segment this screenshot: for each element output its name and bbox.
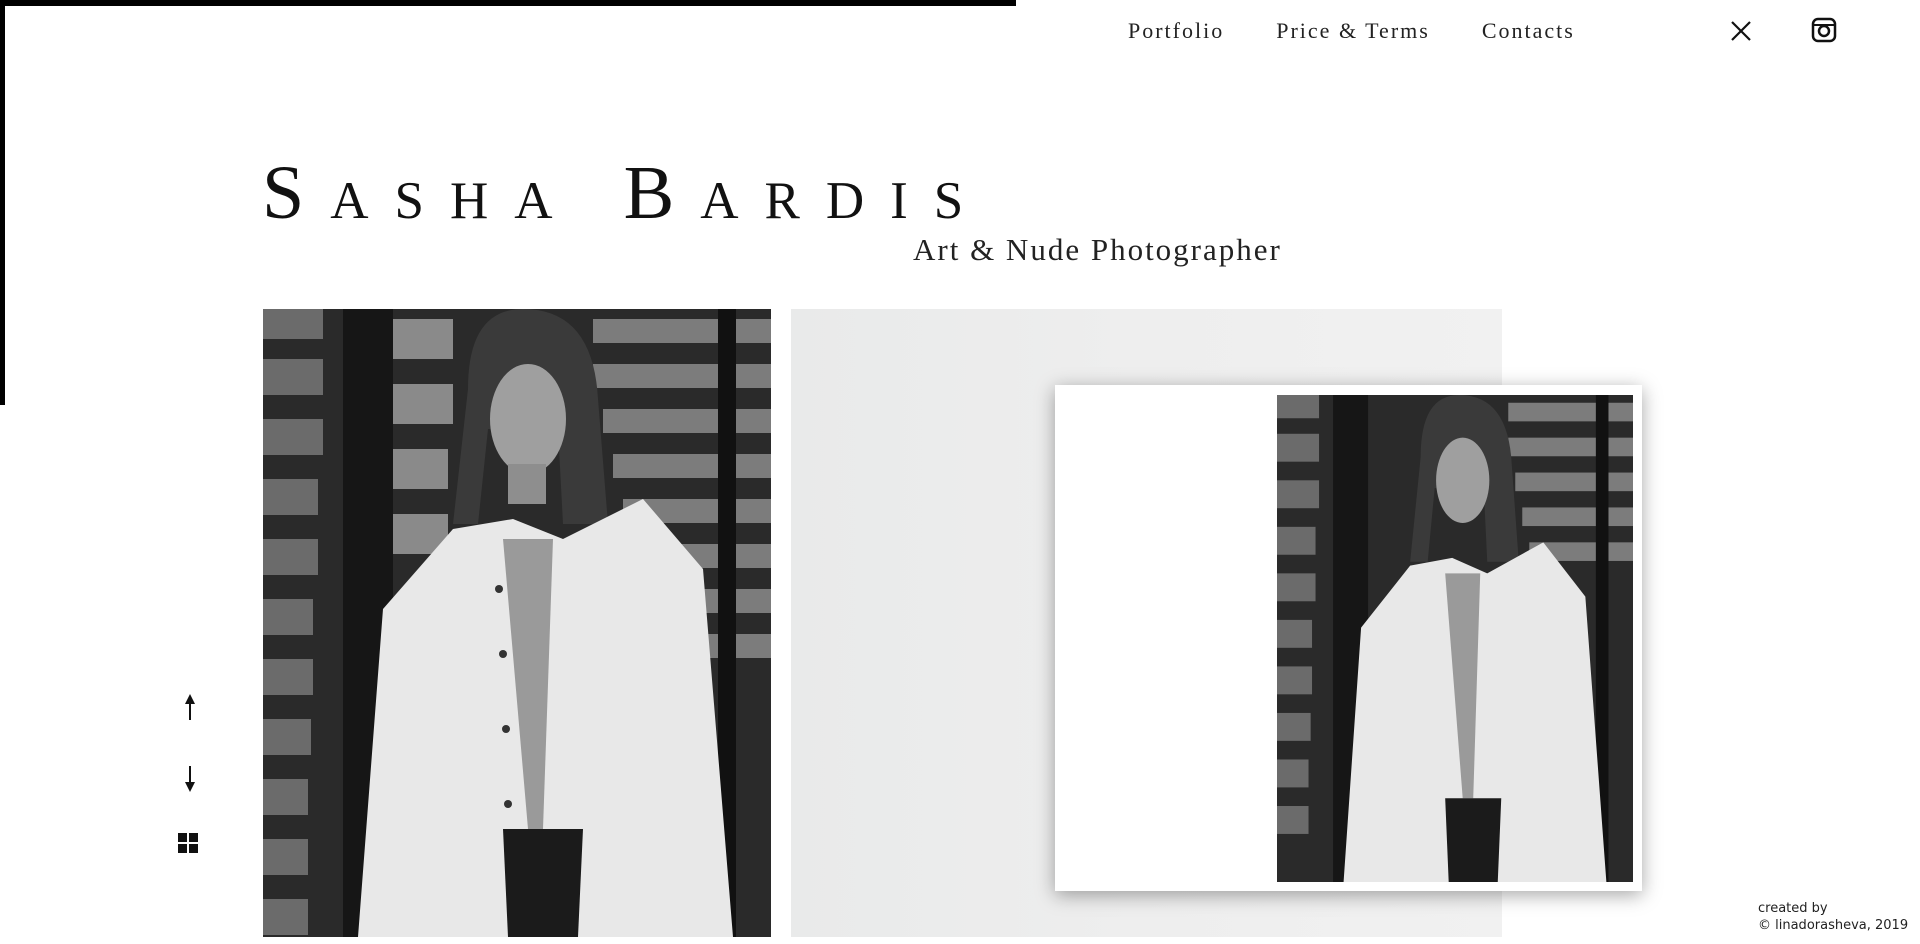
frame-line-top — [0, 0, 1016, 6]
frame-line-left — [0, 0, 5, 405]
grid-icon[interactable] — [177, 832, 199, 854]
footer-credits: created by © linadorasheva, 2019 — [1758, 900, 1908, 934]
credits-line-1: created by — [1758, 901, 1828, 916]
main-nav: Portfolio Price & Terms Contacts — [1128, 18, 1575, 44]
preview-card[interactable] — [1055, 385, 1642, 891]
page-subtitle: Art & Nude Photographer — [913, 232, 1282, 267]
nav-contacts[interactable]: Contacts — [1482, 18, 1575, 44]
close-icon[interactable] — [1728, 18, 1754, 44]
nav-price-terms[interactable]: Price & Terms — [1276, 18, 1430, 44]
page-title: Sasha Bardis — [262, 151, 990, 235]
arrow-down-icon[interactable] — [176, 762, 204, 794]
portrait-photo[interactable] — [263, 309, 771, 937]
arrow-up-icon[interactable] — [176, 692, 204, 724]
portrait-photo-preview[interactable] — [1277, 395, 1633, 882]
nav-portfolio[interactable]: Portfolio — [1128, 18, 1224, 44]
credits-line-2[interactable]: © linadorasheva, 2019 — [1758, 917, 1908, 934]
instagram-icon[interactable] — [1811, 17, 1837, 43]
